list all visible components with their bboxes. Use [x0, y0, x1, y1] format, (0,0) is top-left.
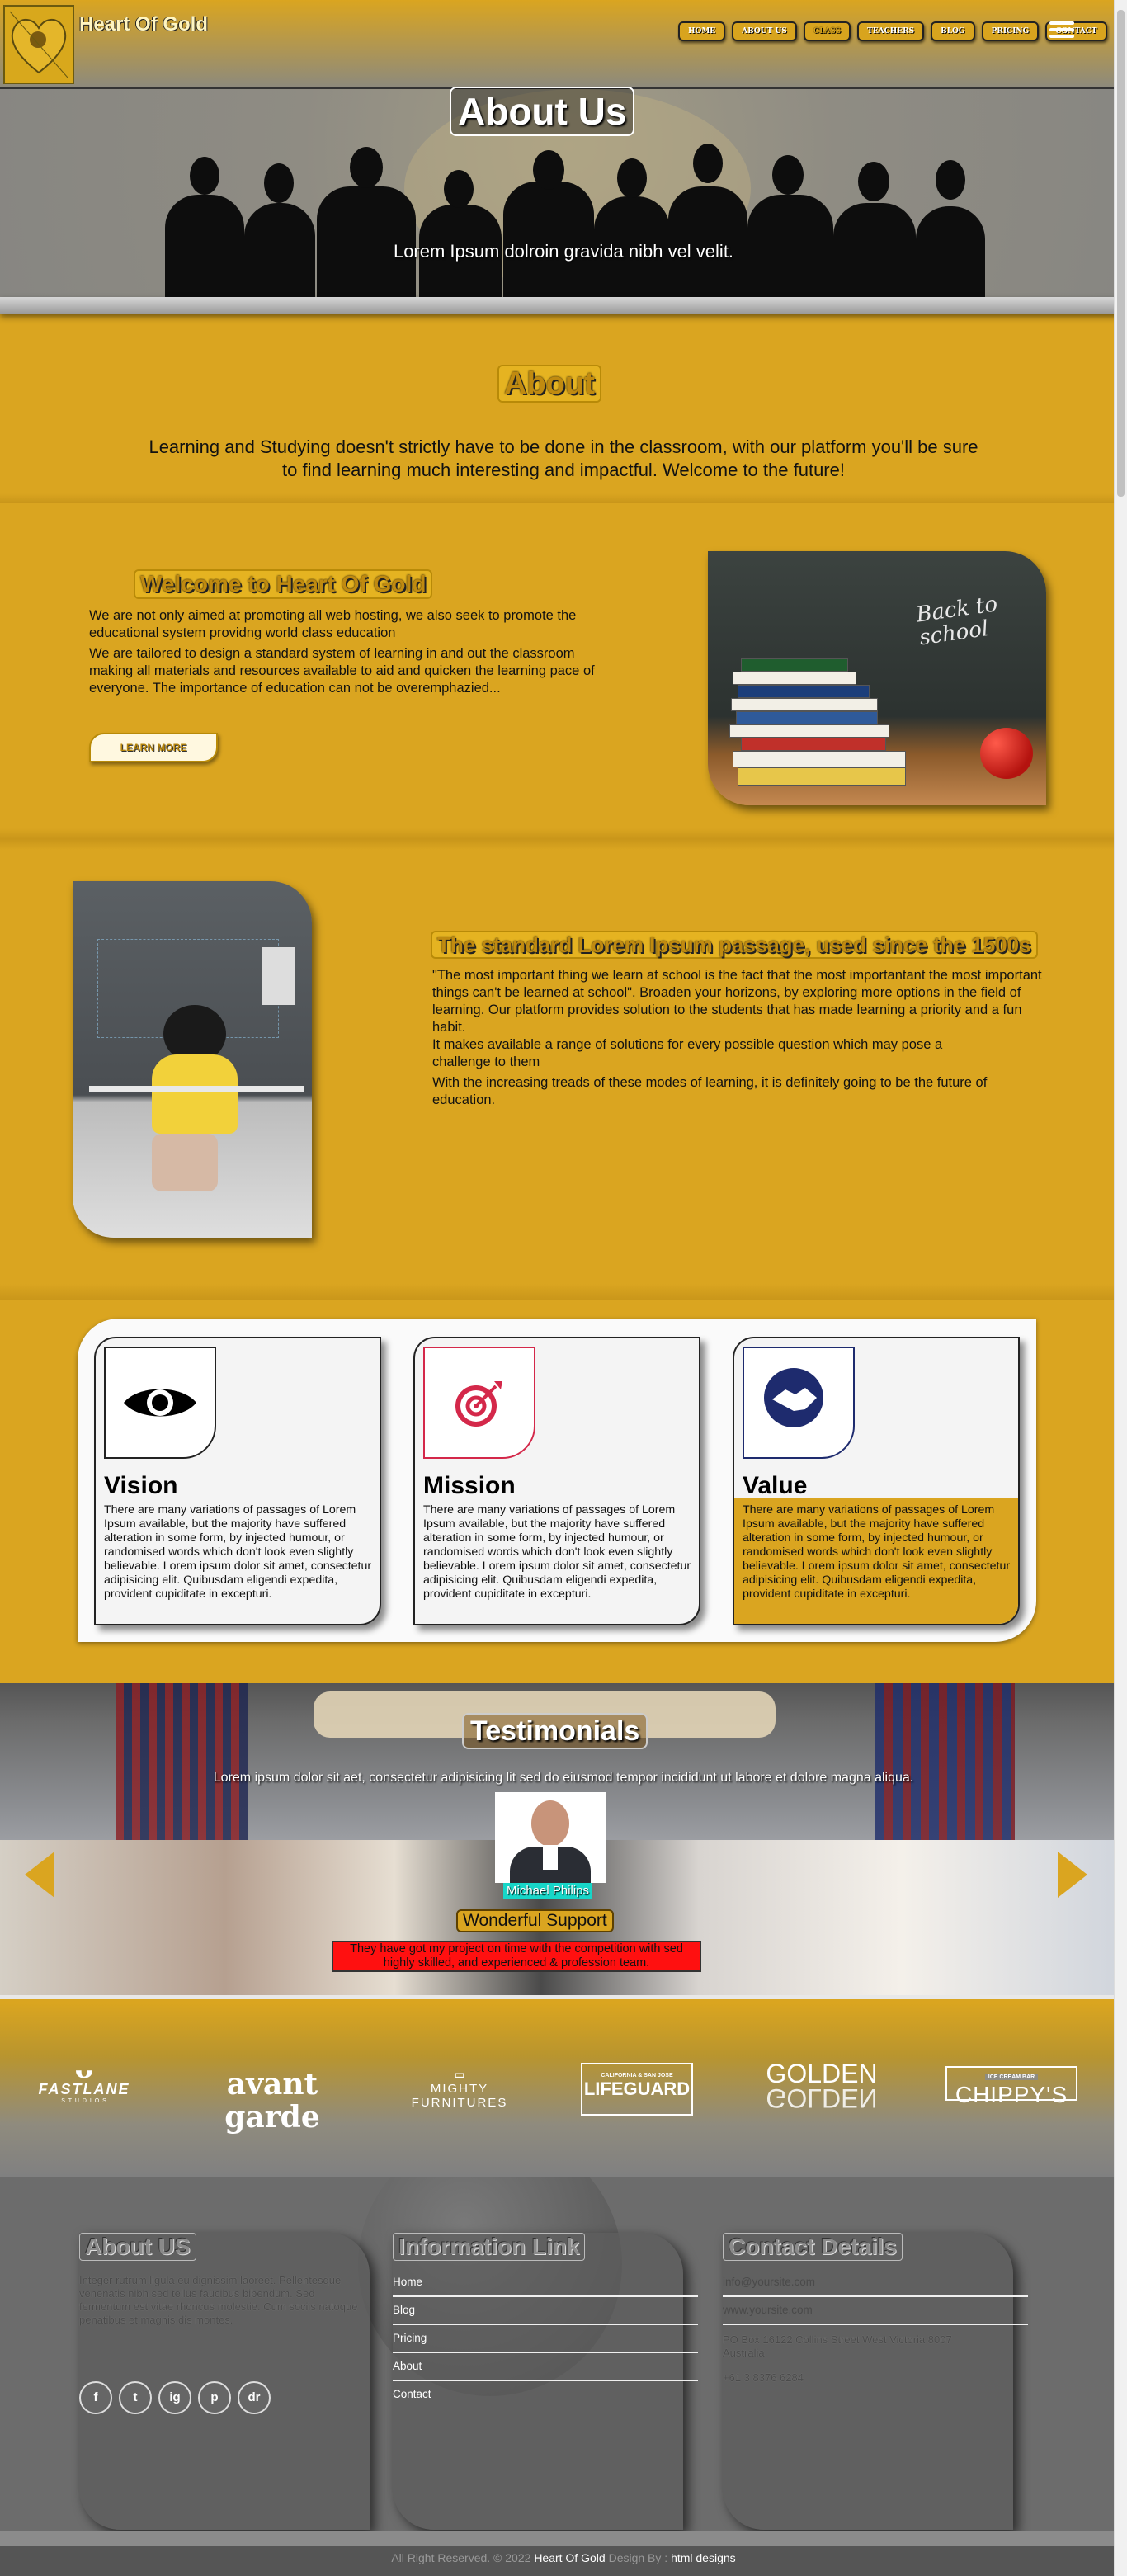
nav-teachers[interactable]: TEACHERS — [857, 21, 925, 41]
hero-subtitle: Lorem Ipsum dolroin gravida nibh vel vel… — [393, 241, 734, 262]
copyright: All Right Reserved. © 2022 Heart Of Gold… — [0, 2551, 1127, 2564]
about-text: Learning and Studying doesn't strictly h… — [149, 436, 978, 480]
site-header: Heart Of Gold HOME ABOUT US CLASS TEACHE… — [0, 0, 1127, 89]
section-divider — [0, 828, 1127, 850]
nav-about[interactable]: ABOUT US — [732, 21, 797, 41]
contact-phone: +61 3 8376 6284 — [723, 2371, 804, 2384]
nav-class[interactable]: CLASS — [803, 21, 851, 41]
logo[interactable] — [3, 5, 74, 84]
card-title: Value — [743, 1472, 808, 1499]
testimonial-quote: They have got my project on time with th… — [332, 1941, 701, 1972]
footer-link-pricing[interactable]: Pricing — [393, 2325, 698, 2353]
heart-logo-icon — [9, 11, 68, 78]
target-icon — [423, 1347, 535, 1459]
footer-contact-title: Contact Details — [723, 2233, 903, 2261]
standard-paragraph: With the increasing treads of these mode… — [432, 1075, 988, 1107]
contact-address: PO Box 16122 Collins Street West Victori… — [723, 2333, 952, 2359]
twitter-icon[interactable]: t — [119, 2381, 152, 2414]
brand-mighty-furnitures[interactable]: ▭ MIGHTY FURNITURES — [398, 2068, 521, 2110]
nav-pricing[interactable]: PRICING — [981, 21, 1040, 41]
testimonials-subtitle: Lorem ipsum dolor sit aet, consectetur a… — [213, 1771, 914, 1785]
footer-link-contact[interactable]: Contact — [393, 2381, 698, 2409]
about-title: About — [497, 365, 601, 403]
brand-chippys[interactable]: ICE CREAM BAR CHIPPY'S — [945, 2066, 1077, 2107]
footer-contact-column: Contact Details info@yoursite.com www.yo… — [723, 2233, 1028, 2530]
nav-blog[interactable]: BLOG — [931, 21, 975, 41]
apple-icon — [980, 728, 1033, 779]
section-divider — [0, 1284, 1127, 1300]
standard-paragraph: It makes available a range of solutions … — [432, 1037, 943, 1069]
footer-link-blog[interactable]: Blog — [393, 2297, 698, 2325]
footer-links-title: Information Link — [393, 2233, 586, 2261]
footer-about-column: About US Integer rutrum ligula eu dignis… — [79, 2233, 370, 2530]
bed-icon: ▭ — [454, 2068, 465, 2081]
footer-links-column: Information Link Home Blog Pricing About… — [393, 2233, 698, 2530]
books-image: Back to school — [708, 551, 1046, 805]
welcome-title: Welcome to Heart Of Gold — [134, 569, 433, 599]
eye-icon — [104, 1347, 216, 1459]
brand-avant-garde[interactable]: avant garde — [206, 2068, 338, 2134]
standard-title: The standard Lorem Ipsum passage, used s… — [431, 931, 1038, 959]
vision-card[interactable]: Vision There are many variations of pass… — [94, 1337, 381, 1625]
copyright-design-by: Design By : — [608, 2551, 668, 2564]
card-title: Vision — [104, 1472, 178, 1499]
welcome-paragraph: We are not only aimed at promoting all w… — [89, 608, 577, 640]
contact-email[interactable]: info@yoursite.com — [723, 2269, 1028, 2297]
facebook-icon[interactable]: f — [79, 2381, 112, 2414]
footer-link-home[interactable]: Home — [393, 2269, 698, 2297]
card-text: There are many variations of passages of… — [743, 1503, 1011, 1601]
nav-home[interactable]: HOME — [678, 21, 726, 41]
main-nav: HOME ABOUT US CLASS TEACHERS BLOG PRICIN… — [678, 21, 1107, 41]
brand-golden[interactable]: GOLDEN GOLDEN — [764, 2060, 879, 2113]
brand-name[interactable]: Heart Of Gold — [79, 13, 208, 36]
hamburger-menu-icon[interactable] — [1049, 18, 1074, 43]
chalkboard-text: Back to school — [914, 592, 1000, 651]
features-panel: Vision There are many variations of pass… — [78, 1319, 1036, 1642]
hero-bottom-bar — [0, 297, 1127, 314]
contact-website[interactable]: www.yoursite.com — [723, 2297, 1028, 2325]
standard-paragraph: "The most important thing we learn at sc… — [432, 968, 1042, 1035]
card-title: Mission — [423, 1472, 516, 1499]
footer-about-text: Integer rutrum ligula eu dignissim laore… — [79, 2274, 358, 2326]
scrollbar-thumb[interactable] — [1117, 10, 1125, 497]
footer-about-title: About US — [79, 2233, 196, 2261]
value-card[interactable]: Value There are many variations of passa… — [733, 1337, 1020, 1625]
copyright-prefix: All Right Reserved. © 2022 — [391, 2551, 531, 2564]
avatar — [495, 1792, 606, 1883]
instagram-icon[interactable]: ig — [158, 2381, 191, 2414]
student-image — [73, 881, 312, 1238]
site-footer: About US Integer rutrum ligula eu dignis… — [0, 2177, 1127, 2531]
testimonial-name: Michael Philips — [503, 1883, 593, 1899]
brand-lifeguard[interactable]: CALIFORNIA & SAN JOSE LIFEGUARD — [581, 2063, 693, 2116]
dribbble-icon[interactable]: dr — [238, 2381, 271, 2414]
hero-title: About Us — [450, 87, 635, 136]
partner-brands: ᴗ FASTLANE S T U D I O S avant garde ▭ M… — [0, 2003, 1127, 2177]
learn-more-button[interactable]: LEARN MORE — [89, 733, 218, 762]
section-divider — [0, 1995, 1127, 1999]
copyright-brand[interactable]: Heart Of Gold — [534, 2551, 605, 2564]
slider-prev-icon[interactable] — [25, 1852, 54, 1898]
pinterest-icon[interactable]: p — [198, 2381, 231, 2414]
card-text: There are many variations of passages of… — [104, 1503, 372, 1601]
mission-card[interactable]: Mission There are many variations of pas… — [413, 1337, 700, 1625]
footer-link-about[interactable]: About — [393, 2353, 698, 2381]
copyright-designer-link[interactable]: html designs — [671, 2551, 736, 2564]
section-divider — [0, 493, 1127, 503]
card-text: There are many variations of passages of… — [423, 1503, 691, 1601]
handshake-icon — [743, 1347, 855, 1459]
testimonials-title: Testimonials — [462, 1713, 648, 1749]
testimonial-role: Wonderful Support — [456, 1909, 614, 1932]
slider-next-icon[interactable] — [1058, 1852, 1087, 1898]
welcome-paragraph: We are tailored to design a standard sys… — [89, 646, 595, 696]
brand-fastlane[interactable]: ᴗ FASTLANE S T U D I O S — [35, 2055, 134, 2104]
